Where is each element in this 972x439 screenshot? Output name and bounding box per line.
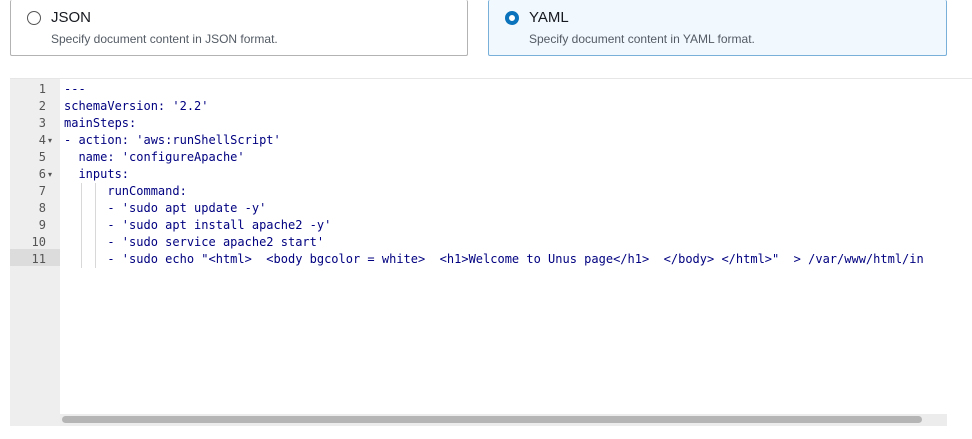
code-editor[interactable]: 1 2 3 4 5 6 7 8 9 10 11 ▾ ▾ --- schemaVe…	[10, 78, 972, 429]
line-number: 7	[38, 184, 46, 198]
fold-toggle-icon[interactable]: ▾	[48, 132, 52, 149]
code-line: - 'sudo apt install apache2 -y'	[64, 218, 332, 232]
code-line: - 'sudo echo "<html> <body bgcolor = whi…	[64, 252, 924, 266]
json-option-description: Specify document content in JSON format.	[51, 32, 278, 46]
json-option-title: JSON	[51, 9, 92, 26]
json-format-option[interactable]: JSON Specify document content in JSON fo…	[10, 0, 468, 56]
code-line: - action: 'aws:runShellScript'	[64, 133, 281, 147]
json-radio-button[interactable]	[27, 11, 41, 25]
code-line: schemaVersion: '2.2'	[64, 99, 209, 113]
line-number: 8	[38, 201, 46, 215]
line-number: 9	[38, 218, 46, 232]
code-line: mainSteps:	[64, 116, 137, 130]
line-number: 1	[38, 82, 46, 96]
format-selector: JSON Specify document content in JSON fo…	[0, 0, 972, 72]
code-line: ---	[64, 82, 86, 96]
gutter-corner	[10, 414, 60, 426]
yaml-radio-button[interactable]	[505, 11, 519, 25]
fold-toggle-icon[interactable]: ▾	[48, 166, 52, 183]
code-line: - 'sudo apt update -y'	[64, 201, 267, 215]
line-number: 2	[38, 99, 46, 113]
yaml-format-option[interactable]: YAML Specify document content in YAML fo…	[488, 0, 947, 56]
code-line: inputs:	[64, 167, 130, 181]
horizontal-scrollbar-thumb[interactable]	[62, 416, 922, 423]
line-number: 10	[31, 235, 46, 249]
line-number: 3	[38, 116, 46, 130]
code-line: - 'sudo service apache2 start'	[64, 235, 325, 249]
yaml-option-title: YAML	[529, 9, 569, 26]
code-line: runCommand:	[64, 184, 187, 198]
yaml-option-description: Specify document content in YAML format.	[529, 32, 755, 46]
line-number: 4	[38, 133, 46, 147]
line-number: 6	[38, 167, 46, 181]
line-number: 5	[38, 150, 46, 164]
code-line: name: 'configureApache'	[64, 150, 245, 164]
line-number: 11	[31, 252, 46, 266]
